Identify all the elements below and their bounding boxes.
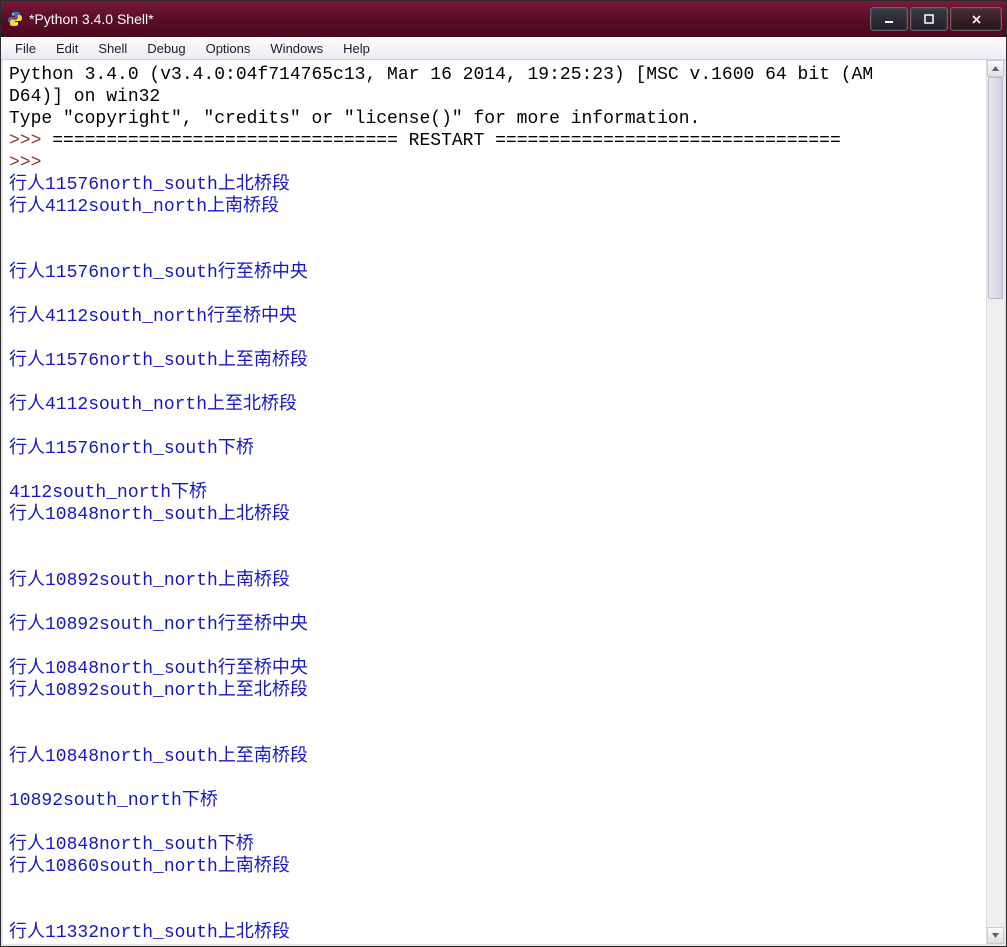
window-controls — [870, 7, 1002, 31]
shell-token: 行人11332north_south上北桥段 — [9, 923, 290, 943]
menu-item-windows[interactable]: Windows — [260, 39, 333, 58]
shell-line: 行人11576north_south上至南桥段 — [9, 350, 980, 372]
shell-token: 行人10848north_south上至南桥段 — [9, 747, 308, 767]
shell-token: 行人10848north_south下桥 — [9, 835, 254, 855]
shell-token: 行人4112south_north上南桥段 — [9, 197, 279, 217]
shell-line — [9, 812, 980, 834]
python-app-icon — [7, 11, 23, 27]
shell-line: 行人10848north_south下桥 — [9, 834, 980, 856]
shell-line — [9, 878, 980, 900]
menu-item-file[interactable]: File — [5, 39, 46, 58]
shell-line: 4112south_north下桥 — [9, 482, 980, 504]
close-button[interactable] — [950, 7, 1002, 31]
shell-token: D64)] on win32 — [9, 87, 160, 107]
shell-line: 行人4112south_north上南桥段 — [9, 196, 980, 218]
shell-token: 行人10848north_south上北桥段 — [9, 505, 290, 525]
shell-line — [9, 284, 980, 306]
shell-line: 行人10848north_south上至南桥段 — [9, 746, 980, 768]
shell-line: 行人10892south_north上至北桥段 — [9, 680, 980, 702]
shell-token: 行人10860south_north上南桥段 — [9, 857, 290, 877]
shell-line — [9, 460, 980, 482]
menubar: FileEditShellDebugOptionsWindowsHelp — [1, 37, 1006, 60]
shell-token: 行人11576north_south上北桥段 — [9, 175, 290, 195]
shell-line: >>> ================================ RES… — [9, 130, 980, 152]
scroll-track[interactable] — [987, 77, 1004, 927]
shell-token: 10892south_north下桥 — [9, 791, 218, 811]
menu-item-debug[interactable]: Debug — [137, 39, 195, 58]
shell-token: >>> — [9, 131, 52, 151]
shell-line — [9, 768, 980, 790]
shell-token: 行人10892south_north上南桥段 — [9, 571, 290, 591]
shell-editor[interactable]: Python 3.4.0 (v3.4.0:04f714765c13, Mar 1… — [3, 60, 986, 944]
shell-line — [9, 240, 980, 262]
shell-token: 行人10892south_north上至北桥段 — [9, 681, 308, 701]
shell-line: Type "copyright", "credits" or "license(… — [9, 108, 980, 130]
shell-token: 行人10892south_north行至桥中央 — [9, 615, 308, 635]
shell-line: 行人11332north_south上北桥段 — [9, 922, 980, 944]
shell-token: 行人4112south_north上至北桥段 — [9, 395, 297, 415]
menu-item-edit[interactable]: Edit — [46, 39, 88, 58]
shell-line — [9, 548, 980, 570]
shell-line — [9, 702, 980, 724]
window-title: *Python 3.4.0 Shell* — [29, 11, 154, 27]
shell-line — [9, 328, 980, 350]
shell-line — [9, 900, 980, 922]
shell-line: 行人11576north_south上北桥段 — [9, 174, 980, 196]
shell-line: 行人10860south_north上南桥段 — [9, 856, 980, 878]
shell-line — [9, 636, 980, 658]
scroll-thumb[interactable] — [988, 77, 1003, 299]
content-wrap: Python 3.4.0 (v3.4.0:04f714765c13, Mar 1… — [1, 60, 1006, 946]
shell-line: 行人4112south_north上至北桥段 — [9, 394, 980, 416]
shell-token: 4112south_north下桥 — [9, 483, 207, 503]
titlebar[interactable]: *Python 3.4.0 Shell* — [1, 1, 1006, 37]
menu-item-shell[interactable]: Shell — [88, 39, 137, 58]
titlebar-left: *Python 3.4.0 Shell* — [7, 11, 154, 27]
shell-line: 行人4112south_north行至桥中央 — [9, 306, 980, 328]
shell-line: 行人10892south_north行至桥中央 — [9, 614, 980, 636]
shell-token: Python 3.4.0 (v3.4.0:04f714765c13, Mar 1… — [9, 65, 873, 85]
shell-line: 行人11576north_south下桥 — [9, 438, 980, 460]
shell-line: 行人10848north_south上北桥段 — [9, 504, 980, 526]
shell-line: D64)] on win32 — [9, 86, 980, 108]
shell-token: 行人4112south_north行至桥中央 — [9, 307, 297, 327]
shell-line — [9, 372, 980, 394]
menu-item-help[interactable]: Help — [333, 39, 380, 58]
shell-line: 行人11576north_south行至桥中央 — [9, 262, 980, 284]
shell-token: Type "copyright", "credits" or "license(… — [9, 109, 700, 129]
shell-line: >>> — [9, 152, 980, 174]
shell-line: 10892south_north下桥 — [9, 790, 980, 812]
app-window: *Python 3.4.0 Shell* FileEditShellDebugO… — [0, 0, 1007, 947]
shell-line — [9, 724, 980, 746]
vertical-scrollbar[interactable] — [986, 60, 1004, 944]
scroll-up-button[interactable] — [987, 60, 1004, 77]
shell-line — [9, 416, 980, 438]
shell-line: Python 3.4.0 (v3.4.0:04f714765c13, Mar 1… — [9, 64, 980, 86]
shell-line — [9, 526, 980, 548]
shell-token: ================================ RESTART… — [52, 131, 841, 151]
scroll-down-button[interactable] — [987, 927, 1004, 944]
shell-line — [9, 218, 980, 240]
minimize-button[interactable] — [870, 7, 908, 31]
shell-line: 行人10892south_north上南桥段 — [9, 570, 980, 592]
shell-token: 行人11576north_south行至桥中央 — [9, 263, 308, 283]
shell-line — [9, 592, 980, 614]
shell-token: 行人10848north_south行至桥中央 — [9, 659, 308, 679]
menu-item-options[interactable]: Options — [196, 39, 261, 58]
shell-token: 行人11576north_south下桥 — [9, 439, 254, 459]
maximize-button[interactable] — [910, 7, 948, 31]
shell-token: >>> — [9, 153, 52, 173]
shell-line: 行人10848north_south行至桥中央 — [9, 658, 980, 680]
shell-token: 行人11576north_south上至南桥段 — [9, 351, 308, 371]
